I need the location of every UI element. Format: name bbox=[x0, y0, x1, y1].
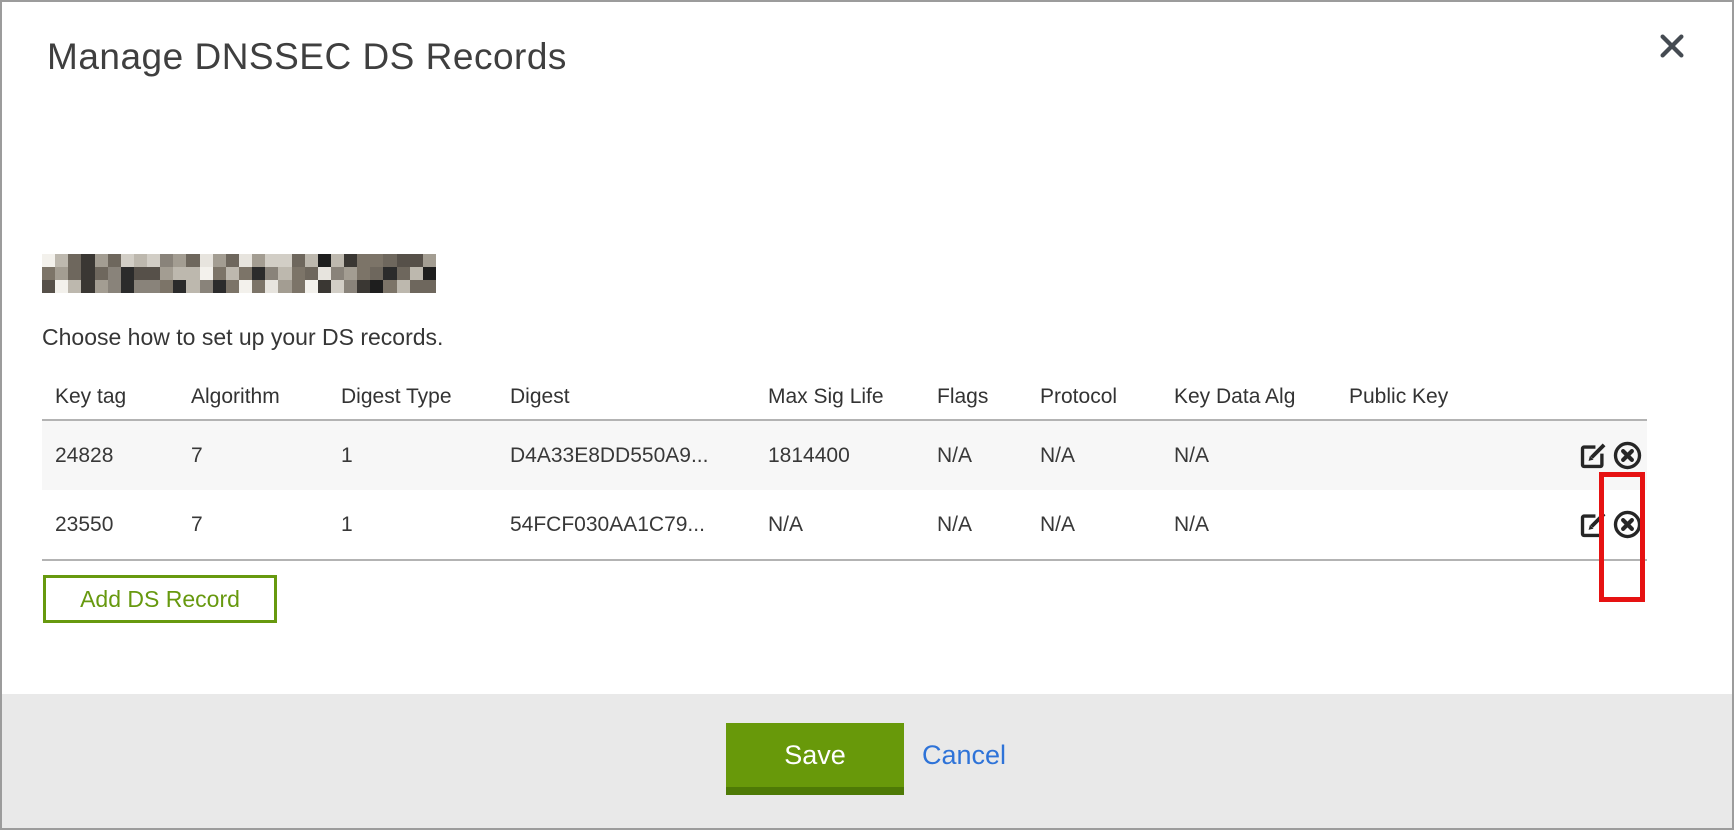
table-row: 23550 7 1 54FCF030AA1C79... N/A N/A N/A … bbox=[42, 490, 1647, 559]
cell-max-sig-life: N/A bbox=[768, 513, 937, 537]
row-actions bbox=[1577, 421, 1644, 490]
column-header-digest: Digest bbox=[510, 385, 768, 409]
table-body: 24828 7 1 D4A33E8DD550A9... 1814400 N/A … bbox=[42, 419, 1647, 561]
cell-protocol: N/A bbox=[1040, 444, 1174, 468]
modal-footer: Save Cancel bbox=[2, 694, 1732, 828]
edit-record-icon bbox=[1578, 509, 1609, 540]
column-header-key-tag: Key tag bbox=[55, 385, 191, 409]
column-header-protocol: Protocol bbox=[1040, 385, 1174, 409]
column-header-digest-type: Digest Type bbox=[341, 385, 510, 409]
column-header-public-key: Public Key bbox=[1349, 385, 1647, 409]
add-ds-record-button[interactable]: Add DS Record bbox=[43, 575, 277, 623]
delete-record-icon bbox=[1612, 509, 1643, 540]
cell-algorithm: 7 bbox=[191, 513, 341, 537]
cancel-link[interactable]: Cancel bbox=[922, 740, 1006, 771]
instruction-text: Choose how to set up your DS records. bbox=[42, 324, 443, 351]
ds-records-table: Key tag Algorithm Digest Type Digest Max… bbox=[42, 374, 1647, 561]
delete-record-button[interactable] bbox=[1611, 508, 1644, 541]
edit-record-button[interactable] bbox=[1577, 508, 1610, 541]
delete-record-icon bbox=[1612, 440, 1643, 471]
cell-key-tag: 23550 bbox=[55, 513, 191, 537]
cell-flags: N/A bbox=[937, 513, 1040, 537]
cell-key-data-alg: N/A bbox=[1174, 444, 1349, 468]
row-actions bbox=[1577, 490, 1644, 559]
column-header-key-data-alg: Key Data Alg bbox=[1174, 385, 1349, 409]
domain-name-redacted bbox=[42, 254, 436, 293]
cell-digest-type: 1 bbox=[341, 513, 510, 537]
cell-digest-type: 1 bbox=[341, 444, 510, 468]
column-header-algorithm: Algorithm bbox=[191, 385, 341, 409]
delete-record-button[interactable] bbox=[1611, 439, 1644, 472]
table-row: 24828 7 1 D4A33E8DD550A9... 1814400 N/A … bbox=[42, 421, 1647, 490]
cell-digest: D4A33E8DD550A9... bbox=[510, 444, 768, 468]
manage-dnssec-ds-records-modal: Manage DNSSEC DS Records Choose how to s… bbox=[0, 0, 1734, 830]
close-button[interactable] bbox=[1657, 26, 1697, 66]
edit-record-button[interactable] bbox=[1577, 439, 1610, 472]
save-button[interactable]: Save bbox=[726, 723, 904, 795]
modal-title: Manage DNSSEC DS Records bbox=[47, 36, 567, 78]
cell-max-sig-life: 1814400 bbox=[768, 444, 937, 468]
table-header-row: Key tag Algorithm Digest Type Digest Max… bbox=[42, 374, 1647, 419]
close-icon bbox=[1657, 31, 1697, 61]
cell-digest: 54FCF030AA1C79... bbox=[510, 513, 768, 537]
edit-record-icon bbox=[1578, 440, 1609, 471]
cell-key-data-alg: N/A bbox=[1174, 513, 1349, 537]
column-header-max-sig-life: Max Sig Life bbox=[768, 385, 937, 409]
cell-key-tag: 24828 bbox=[55, 444, 191, 468]
cell-protocol: N/A bbox=[1040, 513, 1174, 537]
column-header-flags: Flags bbox=[937, 385, 1040, 409]
cell-flags: N/A bbox=[937, 444, 1040, 468]
cell-algorithm: 7 bbox=[191, 444, 341, 468]
